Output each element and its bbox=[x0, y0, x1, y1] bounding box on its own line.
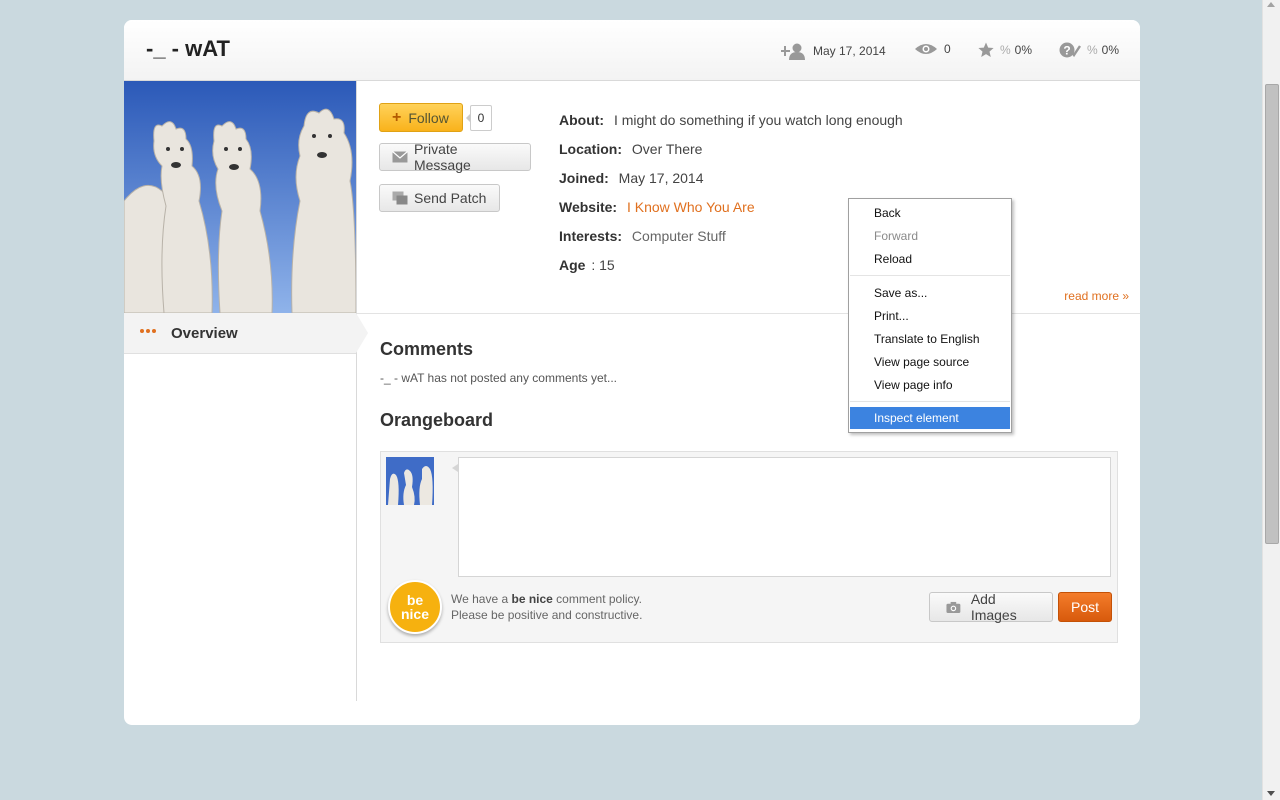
policy-bold: be nice bbox=[511, 592, 553, 606]
svg-text:?: ? bbox=[1063, 44, 1070, 58]
orangeboard-heading: Orangeboard bbox=[380, 410, 494, 430]
browser-context-menu: Back Forward Reload Save as... Print... … bbox=[848, 198, 1012, 433]
context-menu-translate[interactable]: Translate to English bbox=[850, 328, 1010, 350]
envelope-icon bbox=[392, 151, 408, 163]
avatar bbox=[386, 457, 434, 505]
joined-stat-value: May 17, 2014 bbox=[813, 44, 886, 58]
be-nice-badge: be nice bbox=[388, 580, 442, 634]
about-label: About: bbox=[559, 112, 605, 128]
context-menu-view-page-info[interactable]: View page info bbox=[850, 374, 1010, 396]
follow-count-badge: 0 bbox=[466, 105, 492, 131]
interests-row: Interests: Computer Stuff bbox=[559, 228, 726, 244]
be-nice-line1: be bbox=[406, 592, 424, 608]
read-more-link[interactable]: read more » bbox=[1064, 289, 1129, 303]
scrollbar-thumb[interactable] bbox=[1265, 84, 1279, 544]
location-label: Location: bbox=[559, 141, 622, 157]
add-user-icon bbox=[781, 43, 805, 60]
context-menu-back[interactable]: Back bbox=[850, 202, 1010, 224]
joined-label: Joined: bbox=[559, 170, 609, 186]
private-message-label: Private Message bbox=[413, 141, 471, 173]
context-menu-reload[interactable]: Reload bbox=[850, 248, 1010, 270]
policy-post: comment policy. bbox=[552, 592, 642, 606]
patch-icon bbox=[392, 191, 408, 205]
context-menu-inspect-element[interactable]: Inspect element bbox=[850, 407, 1010, 429]
context-menu-separator bbox=[850, 275, 1010, 276]
location-row: Location: Over There bbox=[559, 141, 702, 157]
add-images-button[interactable]: Add Images bbox=[929, 591, 1053, 623]
page-scrollbar[interactable] bbox=[1262, 0, 1280, 800]
orangeboard-composer: be nice We have a be nice comment policy… bbox=[380, 451, 1118, 643]
sidebar-divider bbox=[356, 81, 357, 701]
interests-value: Computer Stuff bbox=[631, 228, 726, 244]
be-nice-line2: nice bbox=[400, 606, 429, 622]
camera-icon bbox=[946, 601, 961, 613]
website-row: Website: I Know Who You Are bbox=[559, 199, 755, 215]
age-value: : 15 bbox=[591, 257, 615, 273]
follow-button-label: Follow bbox=[408, 109, 449, 126]
send-patch-button[interactable]: Send Patch bbox=[379, 184, 500, 212]
tab-overview[interactable]: Overview bbox=[124, 313, 368, 354]
follow-button[interactable]: + Follow bbox=[379, 103, 463, 132]
context-menu-view-source[interactable]: View page source bbox=[850, 351, 1010, 373]
private-message-button[interactable]: Private Message bbox=[379, 141, 531, 173]
views-stat-value: 0 bbox=[944, 42, 951, 56]
comments-empty-text: -_ - wAT has not posted any comments yet… bbox=[380, 371, 617, 385]
favorite-percent-symbol: % bbox=[1000, 43, 1011, 57]
context-menu-print[interactable]: Print... bbox=[850, 305, 1010, 327]
add-images-label: Add Images bbox=[970, 591, 1017, 623]
page-title: -_ - wAT bbox=[146, 36, 230, 61]
age-label: Age bbox=[559, 257, 586, 273]
orangeboard-textarea[interactable] bbox=[452, 457, 1111, 577]
joined-row: Joined: May 17, 2014 bbox=[559, 170, 704, 186]
plus-icon: + bbox=[392, 108, 402, 126]
dots-icon bbox=[140, 329, 156, 333]
website-label: Website: bbox=[559, 199, 618, 215]
favorite-stat-value: 0% bbox=[1014, 43, 1033, 57]
interests-label: Interests: bbox=[559, 228, 623, 244]
eye-icon bbox=[915, 44, 937, 54]
context-menu-forward[interactable]: Forward bbox=[850, 225, 1010, 247]
tab-pointer bbox=[356, 313, 368, 353]
question-check-icon: ? bbox=[1059, 42, 1081, 58]
comment-policy-text: We have a be nice comment policy. Please… bbox=[451, 591, 642, 623]
star-icon bbox=[978, 42, 994, 57]
accepted-stat: ? % 0% bbox=[1059, 42, 1119, 58]
post-button[interactable]: Post bbox=[1058, 592, 1112, 622]
scroll-down-arrow-icon[interactable] bbox=[1267, 791, 1275, 796]
joined-value: May 17, 2014 bbox=[618, 170, 704, 186]
section-divider bbox=[357, 313, 1140, 314]
profile-photo bbox=[124, 81, 356, 313]
joined-stat: May 17, 2014 bbox=[781, 42, 886, 60]
context-menu-save-as[interactable]: Save as... bbox=[850, 282, 1010, 304]
website-link[interactable]: I Know Who You Are bbox=[627, 199, 755, 215]
context-menu-separator bbox=[850, 401, 1010, 402]
tab-overview-label: Overview bbox=[171, 325, 238, 342]
accepted-stat-value: 0% bbox=[1101, 43, 1120, 57]
age-row: Age : 15 bbox=[559, 257, 615, 273]
views-stat: 0 bbox=[914, 42, 951, 56]
policy-line2: Please be positive and constructive. bbox=[451, 608, 643, 622]
scroll-up-arrow-icon[interactable] bbox=[1267, 2, 1275, 7]
accepted-percent-symbol: % bbox=[1087, 43, 1098, 57]
favorite-stat: % 0% bbox=[978, 42, 1032, 58]
comments-heading: Comments bbox=[380, 339, 474, 359]
location-value: Over There bbox=[631, 141, 703, 157]
about-row: About: I might do something if you watch… bbox=[559, 112, 903, 128]
about-value: I might do something if you watch long e… bbox=[613, 112, 903, 128]
policy-pre: We have a bbox=[451, 592, 512, 606]
profile-header: -_ - wAT May 17, 2014 0 % 0% ? % 0% bbox=[124, 20, 1140, 81]
send-patch-label: Send Patch bbox=[414, 190, 487, 206]
